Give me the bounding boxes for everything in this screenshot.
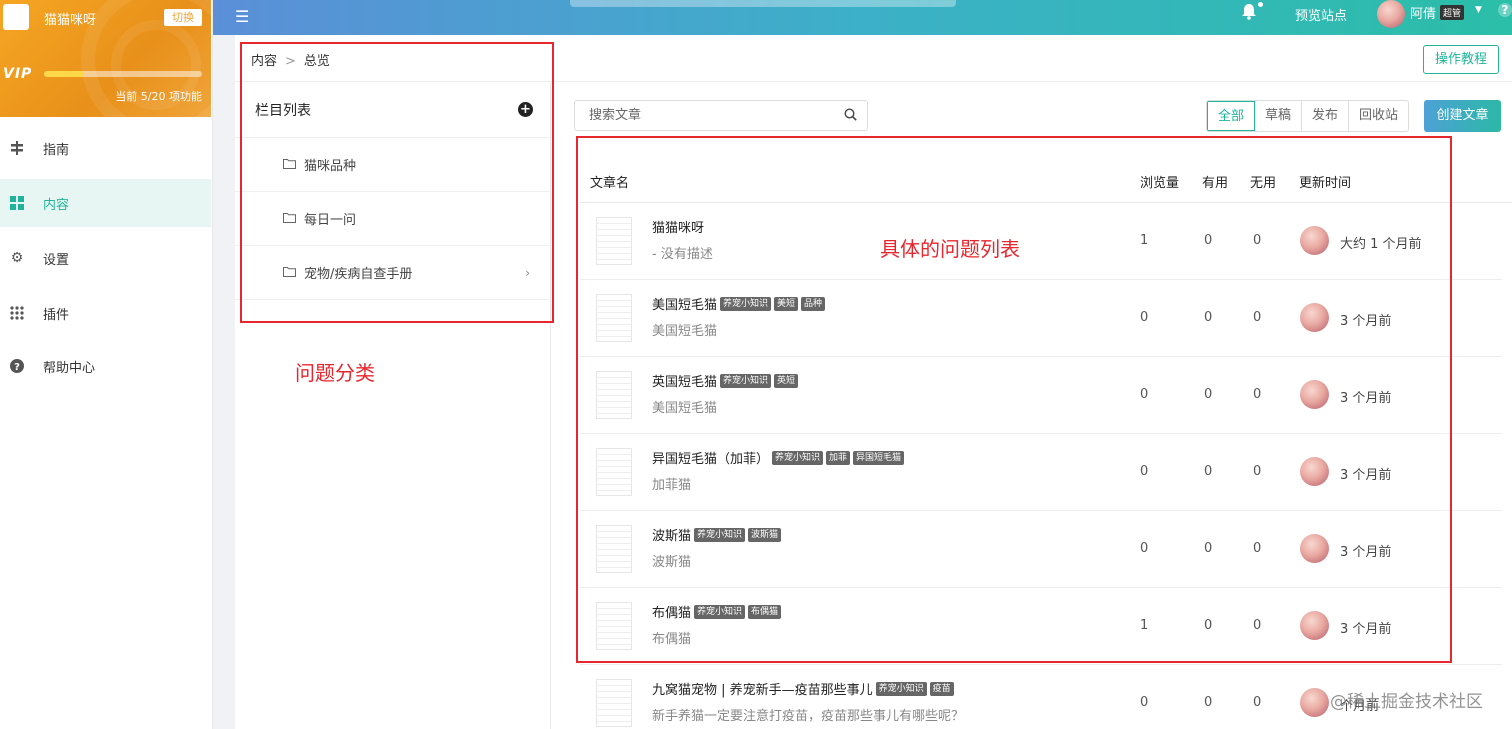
annotation-box-categories — [240, 42, 554, 323]
vip-card: 猫猫咪呀 切换 VIP 当前 5/20 项功能 — [0, 0, 211, 117]
main-content: 内容 > 总览 操作教程 栏目列表 + 猫咪品种 每日一问 宠物/疾病自查手册 › — [235, 35, 1512, 729]
nav-label: 内容 — [43, 197, 70, 213]
site-name: 猫猫咪呀 — [44, 13, 97, 28]
user-avatar[interactable] — [1377, 0, 1405, 28]
notification-dot — [1258, 2, 1263, 7]
question-circle-icon: ? — [9, 358, 25, 374]
site-logo — [3, 4, 29, 30]
bell-icon[interactable] — [1241, 3, 1257, 24]
chevron-down-icon[interactable]: ▼ — [1475, 5, 1482, 15]
article-useless-count: 0 — [1253, 695, 1262, 710]
nav-item-guide[interactable]: 指南 — [0, 124, 211, 172]
svg-text:?: ? — [14, 362, 20, 373]
vip-progress-bar — [44, 71, 202, 77]
tutorial-button[interactable]: 操作教程 — [1423, 45, 1499, 74]
article-thumbnail — [596, 679, 632, 727]
vip-progress-fill — [44, 71, 84, 77]
annotation-label-list: 具体的问题列表 — [880, 237, 1020, 261]
filter-tab-published[interactable]: 发布 — [1302, 101, 1350, 131]
article-tag: 疫苗 — [929, 681, 954, 696]
filter-tab-draft[interactable]: 草稿 — [1255, 101, 1303, 131]
article-views-count: 0 — [1140, 695, 1149, 710]
article-title-text[interactable]: 九窝猫宠物 | 养宠新手—疫苗那些事儿 — [652, 679, 873, 698]
help-icon[interactable]: ? — [1498, 3, 1512, 17]
article-description: 新手养猫一定要注意打疫苗，疫苗那些事儿有哪些呢？ — [652, 709, 965, 724]
article-title[interactable]: 九窝猫宠物 | 养宠新手—疫苗那些事儿 养宠小知识 疫苗 — [652, 679, 954, 698]
annotation-box-list — [576, 136, 1452, 663]
nav-item-help[interactable]: ? 帮助中心 — [0, 342, 211, 390]
nav-label: 设置 — [43, 252, 70, 268]
filter-tab-trash[interactable]: 回收站 — [1349, 101, 1408, 131]
signpost-icon — [9, 140, 25, 156]
article-tag: 养宠小知识 — [875, 681, 927, 696]
nav-item-settings[interactable]: ⚙ 设置 — [0, 234, 211, 282]
header-search-bar[interactable] — [570, 0, 956, 7]
sidebar: 猫猫咪呀 切换 VIP 当前 5/20 项功能 指南 内容 ⚙ 设置 插件 ? … — [0, 0, 213, 729]
role-badge: 超管 — [1440, 5, 1465, 20]
watermark: @稀土掘金技术社区 — [1330, 692, 1483, 712]
create-article-button[interactable]: 创建文章 — [1424, 100, 1501, 132]
nav-label: 指南 — [43, 142, 70, 158]
annotation-label-categories: 问题分类 — [295, 361, 375, 385]
article-useful-count: 0 — [1204, 695, 1213, 710]
search-icon[interactable] — [844, 108, 857, 125]
user-name[interactable]: 阿倩 — [1410, 3, 1436, 22]
preview-site-link[interactable]: 预览站点 — [1295, 5, 1347, 24]
gear-icon: ⚙ — [10, 250, 24, 266]
filter-tab-all[interactable]: 全部 — [1207, 101, 1256, 131]
article-search[interactable] — [574, 100, 868, 131]
grid-icon — [9, 195, 25, 211]
top-header: ☰ 预览站点 阿倩 超管 ▼ ? — [213, 0, 1512, 35]
search-input[interactable] — [575, 101, 815, 130]
vip-progress-text: 当前 5/20 项功能 — [115, 90, 202, 103]
menu-toggle-icon[interactable]: ☰ — [235, 7, 249, 26]
nav-item-content[interactable]: 内容 — [0, 179, 211, 227]
author-avatar — [1300, 688, 1329, 717]
nav-label: 插件 — [43, 307, 70, 323]
status-filter-tabs: 全部 草稿 发布 回收站 — [1206, 100, 1410, 132]
dots-grid-icon — [9, 305, 25, 321]
nav-item-plugins[interactable]: 插件 — [0, 289, 211, 337]
switch-site-button[interactable]: 切换 — [164, 9, 202, 26]
nav-label: 帮助中心 — [43, 360, 96, 376]
vip-logo: VIP — [3, 66, 33, 82]
